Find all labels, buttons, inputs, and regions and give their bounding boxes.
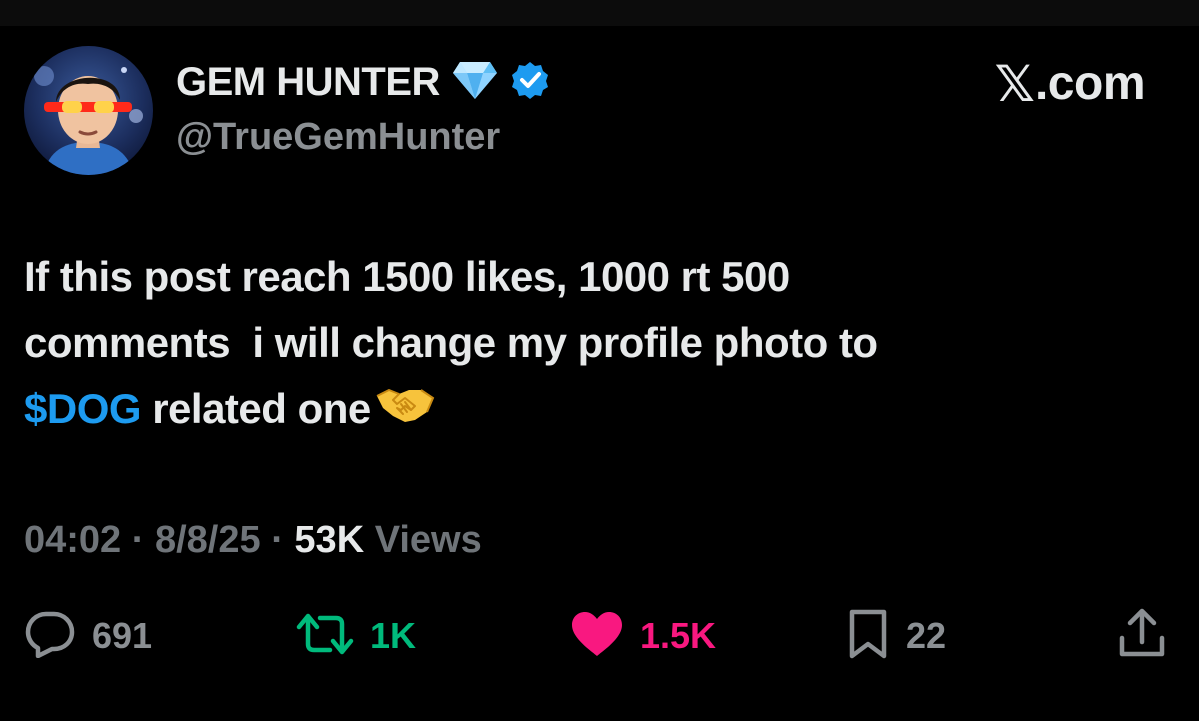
diamond-emoji-icon — [452, 60, 498, 105]
verified-icon[interactable] — [510, 60, 550, 105]
meta-separator: · — [260, 519, 295, 561]
repost-icon — [296, 610, 354, 663]
views-count: 53K — [294, 519, 365, 561]
post-line-3-text: related one — [141, 385, 371, 432]
x-brand: 𝕏 .com — [994, 56, 1146, 112]
meta-separator: · — [121, 519, 155, 561]
post-time[interactable]: 04:02 — [24, 519, 121, 561]
reply-icon — [24, 610, 76, 663]
like-count: 1.5K — [640, 615, 717, 656]
repost-button[interactable]: 1K — [296, 604, 416, 668]
post-text: If this post reach 1500 likes, 1000 rt 5… — [24, 244, 1144, 445]
post-line-3: $DOG related one — [24, 376, 1144, 445]
x-logo-icon: 𝕏 — [994, 56, 1035, 112]
top-strip — [0, 0, 1199, 26]
cashtag-link[interactable]: $DOG — [24, 385, 142, 432]
reply-count: 691 — [92, 615, 153, 656]
bookmark-icon — [846, 608, 890, 665]
bookmark-count: 22 — [906, 615, 947, 656]
action-bar: 691 1K 1.5K 22 — [0, 604, 1199, 668]
post-line-2: comments i will change my profile photo … — [24, 319, 878, 366]
author-name-row[interactable]: GEM HUNTER — [176, 58, 550, 106]
share-button[interactable] — [1116, 604, 1168, 668]
repost-count: 1K — [370, 615, 417, 656]
bookmark-button[interactable]: 22 — [846, 604, 946, 668]
post-meta: 04:02 · 8/8/25 · 53K Views — [24, 516, 482, 564]
avatar[interactable] — [24, 46, 153, 175]
post-date[interactable]: 8/8/25 — [155, 519, 261, 561]
share-icon — [1116, 608, 1168, 665]
author-handle[interactable]: @TrueGemHunter — [176, 114, 500, 160]
post-line-1: If this post reach 1500 likes, 1000 rt 5… — [24, 253, 790, 300]
handshake-emoji-icon — [375, 379, 435, 445]
like-button[interactable]: 1.5K — [570, 604, 716, 668]
views-label: Views — [364, 519, 482, 561]
reply-button[interactable]: 691 — [24, 604, 152, 668]
author-display-name[interactable]: GEM HUNTER — [176, 58, 440, 106]
heart-icon — [570, 610, 624, 663]
brand-suffix: .com — [1034, 57, 1146, 110]
